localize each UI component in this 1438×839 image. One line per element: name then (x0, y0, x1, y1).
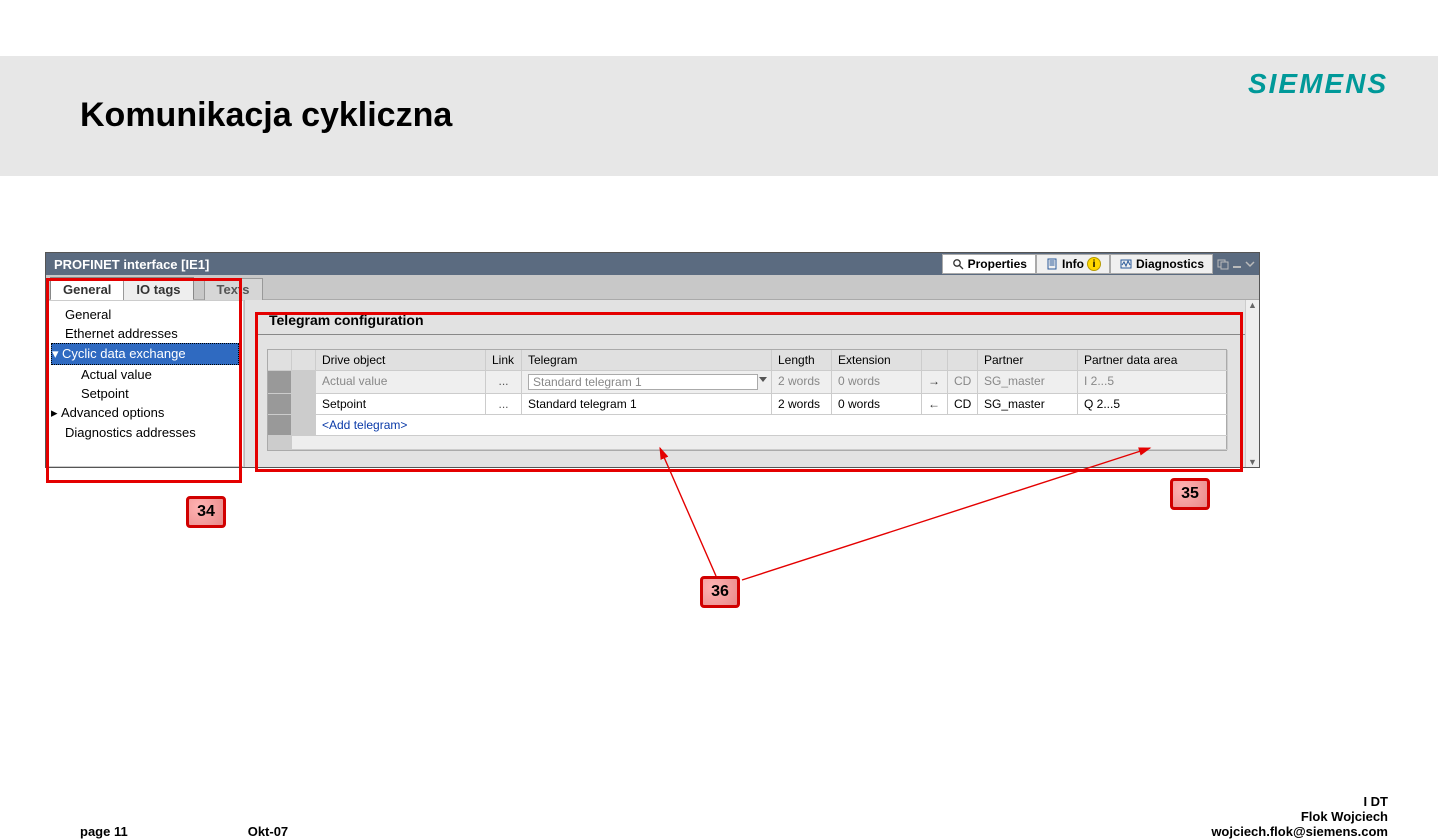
slide-footer: page 11 Okt-07 I DT Flok Wojciech wojcie… (0, 794, 1438, 839)
scroll-up-icon[interactable]: ▲ (1248, 300, 1257, 310)
caret-down-icon: ▾ (52, 346, 62, 362)
telegram-table: Drive object Link Telegram Length Extens… (267, 349, 1227, 451)
info-badge-icon: i (1087, 257, 1101, 271)
tab-texts[interactable]: Texts (204, 278, 263, 300)
callout-34: 34 (186, 496, 226, 528)
vertical-scrollbar[interactable]: ▲ ▼ (1245, 300, 1259, 467)
add-telegram-row[interactable]: <Add telegram> (268, 415, 1226, 436)
inspector-tabs: Properties Info i Diagnostics (942, 254, 1213, 274)
window-titlebar: PROFINET interface [IE1] Properties Info… (46, 253, 1259, 275)
footer-page: page 11 (80, 824, 128, 839)
col-partner: Partner (978, 350, 1078, 371)
chevron-down-icon (1245, 258, 1255, 270)
callout-36: 36 (700, 576, 740, 608)
tia-portal-properties-window: PROFINET interface [IE1] Properties Info… (45, 252, 1260, 468)
cell-cd: CD (948, 394, 978, 415)
footer-date: Okt-07 (248, 824, 288, 839)
property-top-tabs: General IO tags Texts (46, 275, 1259, 300)
window-collapse-controls[interactable] (1217, 258, 1255, 270)
tab-general[interactable]: General (51, 279, 124, 300)
nav-general[interactable]: General (47, 305, 243, 324)
diagnostics-icon (1119, 257, 1133, 271)
tab-io-tags[interactable]: IO tags (124, 279, 192, 300)
cell-telegram[interactable]: Standard telegram 1 (522, 394, 772, 415)
cell-link[interactable]: ... (486, 371, 522, 394)
cell-length: 2 words (772, 371, 832, 394)
nav-cyclic-data-exchange[interactable]: ▾Cyclic data exchange (51, 343, 239, 365)
col-extension: Extension (832, 350, 922, 371)
minimize-icon (1231, 258, 1243, 270)
cell-drive: Setpoint (316, 394, 486, 415)
float-icon (1217, 258, 1229, 270)
nav-advanced-options[interactable]: ▸Advanced options (47, 403, 243, 423)
window-title: PROFINET interface [IE1] (50, 257, 209, 272)
nav-actual-value[interactable]: Actual value (47, 365, 243, 384)
footer-email: wojciech.flok@siemens.com (1211, 824, 1388, 839)
table-empty-row (268, 436, 1226, 450)
info-icon (1045, 257, 1059, 271)
nav-ethernet-addresses[interactable]: Ethernet addresses (47, 324, 243, 343)
tab-properties-label: Properties (968, 257, 1027, 271)
add-telegram-label: <Add telegram> (316, 415, 1228, 436)
cell-telegram-value: Standard telegram 1 (528, 374, 758, 390)
nav-advanced-label: Advanced options (61, 405, 164, 420)
cell-drive: Actual value (316, 371, 486, 394)
tab-info-label: Info (1062, 257, 1084, 271)
nav-diagnostics-addresses[interactable]: Diagnostics addresses (47, 423, 243, 442)
col-telegram: Telegram (522, 350, 772, 371)
tab-diagnostics-label: Diagnostics (1136, 257, 1204, 271)
footer-org: I DT (1211, 794, 1388, 809)
scroll-down-icon[interactable]: ▼ (1248, 457, 1257, 467)
table-row[interactable]: Setpoint ... Standard telegram 1 2 words… (268, 394, 1226, 415)
header-bar: Komunikacja cykliczna (0, 56, 1438, 176)
footer-name: Flok Wojciech (1211, 809, 1388, 824)
callout-35: 35 (1170, 478, 1210, 510)
col-partner-data-area: Partner data area (1078, 350, 1228, 371)
tab-info[interactable]: Info i (1036, 254, 1110, 274)
cell-partner-area: I 2...5 (1078, 371, 1228, 394)
slide-title: Komunikacja cykliczna (80, 96, 1438, 135)
cell-length: 2 words (772, 394, 832, 415)
search-icon (951, 257, 965, 271)
cell-partner: SG_master (978, 371, 1078, 394)
direction-right-icon (922, 371, 948, 394)
cell-partner: SG_master (978, 394, 1078, 415)
direction-left-icon (922, 394, 948, 415)
telegram-config-panel: Telegram configuration Drive object Link… (244, 300, 1259, 467)
content-row: General Ethernet addresses ▾Cyclic data … (46, 300, 1259, 467)
nav-setpoint[interactable]: Setpoint (47, 384, 243, 403)
cell-extension: 0 words (832, 371, 922, 394)
col-link: Link (486, 350, 522, 371)
tab-diagnostics[interactable]: Diagnostics (1110, 254, 1213, 274)
col-length: Length (772, 350, 832, 371)
caret-right-icon: ▸ (51, 405, 61, 421)
table-row[interactable]: Actual value ... Standard telegram 1 2 w… (268, 371, 1226, 394)
brand-logo: SIEMENS (1248, 68, 1388, 100)
table-header-row: Drive object Link Telegram Length Extens… (268, 350, 1226, 371)
col-drive-object: Drive object (316, 350, 486, 371)
cell-cd: CD (948, 371, 978, 394)
cell-extension: 0 words (832, 394, 922, 415)
panel-title: Telegram configuration (257, 308, 1247, 335)
cell-link[interactable]: ... (486, 394, 522, 415)
nav-cyclic-label: Cyclic data exchange (62, 346, 186, 361)
cell-telegram-dropdown[interactable]: Standard telegram 1 (522, 371, 772, 394)
nav-tree: General Ethernet addresses ▾Cyclic data … (46, 300, 244, 467)
cell-partner-area: Q 2...5 (1078, 394, 1228, 415)
tab-properties[interactable]: Properties (942, 254, 1036, 274)
